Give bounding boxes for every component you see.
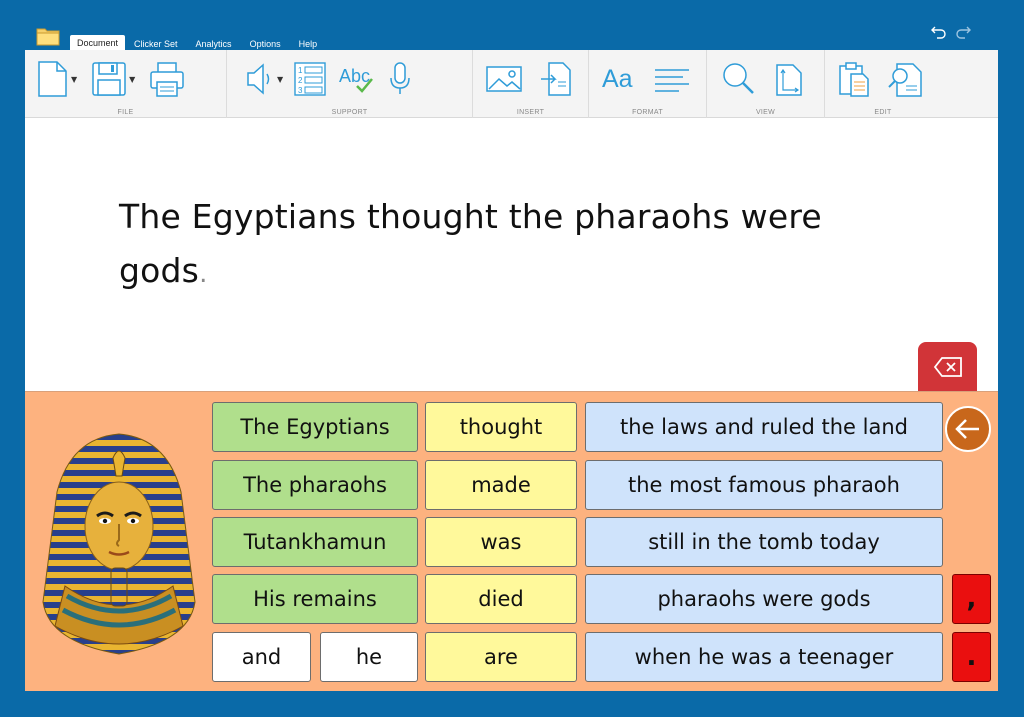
pharaoh-mask-image: [35, 428, 203, 660]
ribbon-group-view: VIEW: [707, 50, 825, 118]
speech-button[interactable]: ▼: [245, 59, 283, 99]
zoom-button[interactable]: [719, 59, 757, 99]
cell-verb[interactable]: died: [425, 574, 577, 624]
document-area[interactable]: The Egyptians thought the pharaohs were …: [25, 118, 998, 391]
paste-icon: [839, 62, 869, 97]
dropdown-arrow-icon[interactable]: ▼: [277, 75, 283, 84]
microphone-button[interactable]: [387, 59, 413, 99]
print-button[interactable]: [149, 59, 185, 99]
spell-check-icon: Abc: [339, 66, 374, 93]
svg-text:Abc: Abc: [339, 66, 370, 86]
align-button[interactable]: [653, 59, 691, 99]
insert-picture-button[interactable]: [485, 59, 523, 99]
comma-button[interactable]: ,: [952, 574, 991, 624]
folder-icon[interactable]: [36, 26, 60, 46]
menu-tabs: Document Clicker Set Analytics Options H…: [70, 34, 326, 51]
full-stop-button[interactable]: .: [952, 632, 991, 682]
svg-text:3: 3: [298, 86, 303, 95]
tab-document[interactable]: Document: [70, 35, 126, 51]
page-view-button[interactable]: [773, 59, 805, 99]
undo-redo-group: [930, 24, 972, 40]
clicker-grid: The Egyptians The pharaohs Tutankhamun H…: [25, 391, 998, 691]
tab-options[interactable]: Options: [241, 37, 290, 51]
group-label-support: SUPPORT: [331, 109, 368, 116]
ribbon-group-edit: EDIT: [825, 50, 941, 118]
new-document-icon: [38, 61, 67, 97]
svg-text:2: 2: [298, 76, 303, 85]
new-document-button[interactable]: ▼: [37, 59, 77, 99]
group-label-file: FILE: [117, 109, 134, 116]
format-font-button[interactable]: Aa: [601, 59, 639, 99]
cell-verb[interactable]: was: [425, 517, 577, 567]
svg-text:1: 1: [298, 66, 303, 75]
find-icon: [888, 63, 922, 97]
save-button[interactable]: ▼: [91, 59, 135, 99]
group-label-format: FORMAT: [632, 109, 663, 116]
save-icon: [92, 62, 126, 96]
cell-verb[interactable]: are: [425, 632, 577, 682]
cell-conjunction[interactable]: and: [212, 632, 311, 682]
word-list-button[interactable]: 123: [293, 59, 327, 99]
word-list-icon: 123: [294, 62, 326, 96]
document-sentence: The Egyptians thought the pharaohs were …: [119, 197, 822, 290]
print-icon: [150, 62, 185, 97]
delete-button[interactable]: [918, 342, 977, 391]
cell-subject[interactable]: Tutankhamun: [212, 517, 418, 567]
ribbon-toolbar: ▼ ▼ FILE ▼ 123 Abc SUPPORT INSERT Aa FOR…: [25, 50, 998, 118]
spell-check-button[interactable]: Abc: [337, 59, 377, 99]
delete-icon: [933, 356, 962, 377]
tab-analytics[interactable]: Analytics: [187, 37, 241, 51]
cell-verb[interactable]: thought: [425, 402, 577, 452]
find-button[interactable]: [887, 59, 925, 99]
ribbon-group-file: ▼ ▼ FILE: [25, 50, 227, 118]
cell-verb[interactable]: made: [425, 460, 577, 510]
format-icon: Aa: [602, 65, 633, 93]
speech-icon: [247, 63, 270, 95]
dropdown-arrow-icon[interactable]: ▼: [129, 75, 135, 84]
back-button[interactable]: [945, 406, 991, 452]
cell-subject[interactable]: The pharaohs: [212, 460, 418, 510]
insert-file-button[interactable]: [539, 59, 573, 99]
insert-file-icon: [541, 62, 571, 96]
back-arrow-icon: [955, 419, 979, 439]
cell-subject[interactable]: The Egyptians: [212, 402, 418, 452]
cell-phrase[interactable]: still in the tomb today: [585, 517, 943, 567]
cell-phrase[interactable]: the most famous pharaoh: [585, 460, 943, 510]
group-label-edit: EDIT: [874, 109, 892, 116]
cell-pronoun[interactable]: he: [320, 632, 418, 682]
paste-button[interactable]: [837, 59, 873, 99]
tab-help[interactable]: Help: [290, 37, 327, 51]
redo-icon[interactable]: [954, 24, 972, 40]
ribbon-group-insert: INSERT: [473, 50, 589, 118]
document-period: .: [199, 259, 208, 289]
insert-picture-icon: [486, 66, 522, 92]
svg-text:Aa: Aa: [602, 65, 633, 93]
document-text[interactable]: The Egyptians thought the pharaohs were …: [119, 190, 859, 301]
group-label-view: VIEW: [755, 109, 776, 116]
cell-phrase[interactable]: the laws and ruled the land: [585, 402, 943, 452]
tab-clicker-set[interactable]: Clicker Set: [125, 37, 187, 51]
undo-icon[interactable]: [930, 24, 948, 40]
microphone-icon: [390, 62, 410, 94]
cell-subject[interactable]: His remains: [212, 574, 418, 624]
cell-phrase[interactable]: when he was a teenager: [585, 632, 943, 682]
page-view-icon: [776, 64, 802, 96]
ribbon-group-support: ▼ 123 Abc SUPPORT: [227, 50, 473, 118]
cell-phrase[interactable]: pharaohs were gods: [585, 574, 943, 624]
zoom-icon: [723, 63, 754, 94]
group-label-insert: INSERT: [516, 109, 545, 116]
ribbon-group-format: Aa FORMAT: [589, 50, 707, 118]
align-icon: [655, 69, 689, 92]
dropdown-arrow-icon[interactable]: ▼: [71, 75, 77, 84]
